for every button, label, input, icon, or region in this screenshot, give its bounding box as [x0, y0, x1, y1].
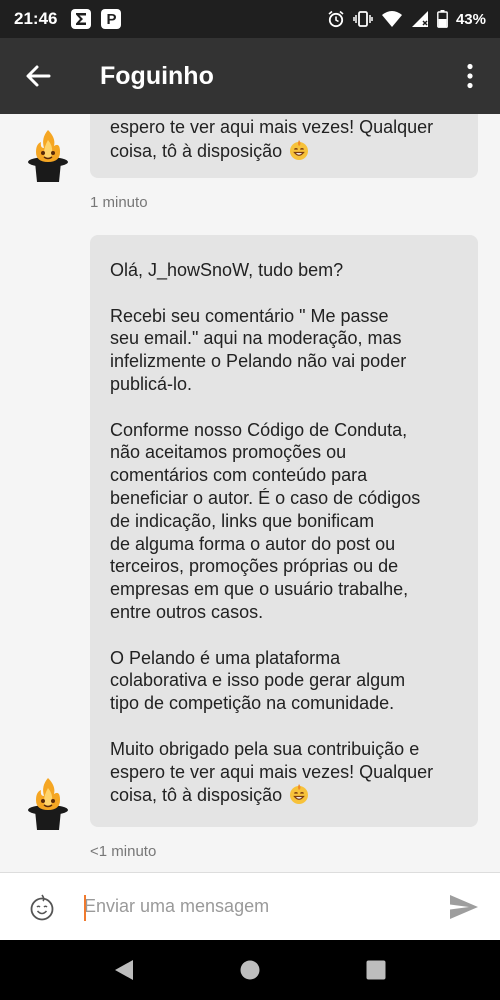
text-caret	[84, 894, 86, 921]
message-line: Conforme nosso Código de Conduta,	[110, 419, 408, 440]
sigma-icon	[71, 9, 92, 29]
message-line: tipo de competição na comunidade.	[110, 693, 395, 714]
message-paragraph: Olá, J_howSnoW, tudo bem?	[110, 259, 458, 282]
signal-icon	[411, 10, 429, 28]
nav-back-button[interactable]	[61, 940, 187, 1000]
send-icon	[450, 894, 478, 919]
message-line: terceiros, promoções próprias ou de	[110, 556, 399, 577]
app-bar: Foguinho	[0, 38, 500, 114]
message-composer	[0, 872, 500, 940]
message-line: espero te ver aqui mais vezes! Qualquer	[110, 117, 434, 137]
message-line: Recebi seu comentário " Me passe	[110, 305, 389, 326]
status-icons: 43%	[327, 10, 486, 28]
message-line: Olá, J_howSnoW, tudo bem?	[110, 260, 344, 280]
message-bubble: espero te ver aqui mais vezes! Qualquer …	[90, 114, 478, 178]
message-line: de alguma forma o autor do post ou	[110, 533, 396, 554]
sticker-icon	[30, 894, 54, 920]
status-time: 21:46	[14, 9, 58, 28]
message-line: beneficiar o autor. É o caso de códigos	[110, 487, 421, 508]
foguinho-avatar	[28, 778, 68, 830]
message-line: espero te ver aqui mais vezes! Qualquer	[110, 761, 434, 782]
more-options-button[interactable]	[440, 38, 500, 114]
message-line-text: coisa, tô à disposição	[110, 140, 283, 161]
message-paragraph: Muito obrigado pela sua contribuição e e…	[110, 738, 458, 807]
message-line: publicá-lo.	[110, 373, 193, 394]
message-line: empresas em que o usuário trabalhe,	[110, 579, 409, 600]
back-arrow-icon	[26, 65, 51, 87]
message-line: O Pelando é uma plataforma	[110, 647, 341, 668]
message-line: colaborativa e isso pode gerar algum	[110, 670, 406, 691]
chat-title: Foguinho	[100, 61, 214, 90]
message-paragraph: O Pelando é uma plataforma colaborativa …	[110, 647, 458, 715]
message-paragraph: Recebi seu comentário " Me passe seu ema…	[110, 305, 458, 396]
message-line: entre outros casos.	[110, 601, 264, 622]
nav-home-icon	[240, 960, 260, 980]
smile-emoji-icon	[290, 784, 309, 805]
message-time: <1 minuto	[90, 843, 157, 860]
nav-recents-button[interactable]	[313, 940, 439, 1000]
sticker-button[interactable]	[0, 873, 84, 941]
message-line: de indicação, links que bonificam	[110, 510, 375, 531]
message-bubble: Olá, J_howSnoW, tudo bem? Recebi seu com…	[90, 235, 478, 827]
message-line: não aceitamos promoções ou	[110, 442, 347, 463]
vibrate-icon	[353, 10, 373, 28]
message-line: coisa, tô à disposição	[110, 783, 458, 807]
message-line: Muito obrigado pela sua contribuição e	[110, 738, 420, 759]
battery-icon	[437, 10, 448, 28]
send-button[interactable]	[428, 873, 500, 941]
message-line: seu email." aqui na moderação, mas	[110, 328, 402, 349]
chat-thread[interactable]: espero te ver aqui mais vezes! Qualquer …	[0, 114, 500, 872]
wifi-icon	[381, 10, 403, 28]
message-text: espero te ver aqui mais vezes! Qualquer …	[110, 116, 458, 163]
battery-percent: 43%	[455, 10, 486, 28]
message-line-text: coisa, tô à disposição	[110, 785, 283, 806]
nav-home-button[interactable]	[187, 940, 313, 1000]
message-input-wrap	[84, 873, 428, 941]
back-button[interactable]	[0, 38, 76, 114]
message-line: infelizmente o Pelando não vai poder	[110, 351, 407, 372]
message-line: comentários com conteúdo para	[110, 465, 368, 486]
message-paragraph: Conforme nosso Código de Conduta, não ac…	[110, 419, 458, 624]
message-line: coisa, tô à disposição	[110, 139, 458, 163]
message-time: 1 minuto	[90, 194, 148, 211]
system-nav-bar	[0, 940, 500, 1000]
nav-recents-icon	[366, 960, 386, 980]
more-vert-icon	[467, 63, 473, 89]
message-input[interactable]	[84, 886, 414, 927]
status-bar: 21:46 P 43%	[0, 0, 500, 38]
alarm-icon	[327, 10, 345, 28]
nav-back-icon	[115, 960, 133, 980]
smile-emoji-icon	[290, 139, 309, 160]
p-app-icon: P	[101, 9, 122, 29]
p-app-letter: P	[106, 10, 117, 28]
foguinho-avatar	[28, 130, 68, 182]
